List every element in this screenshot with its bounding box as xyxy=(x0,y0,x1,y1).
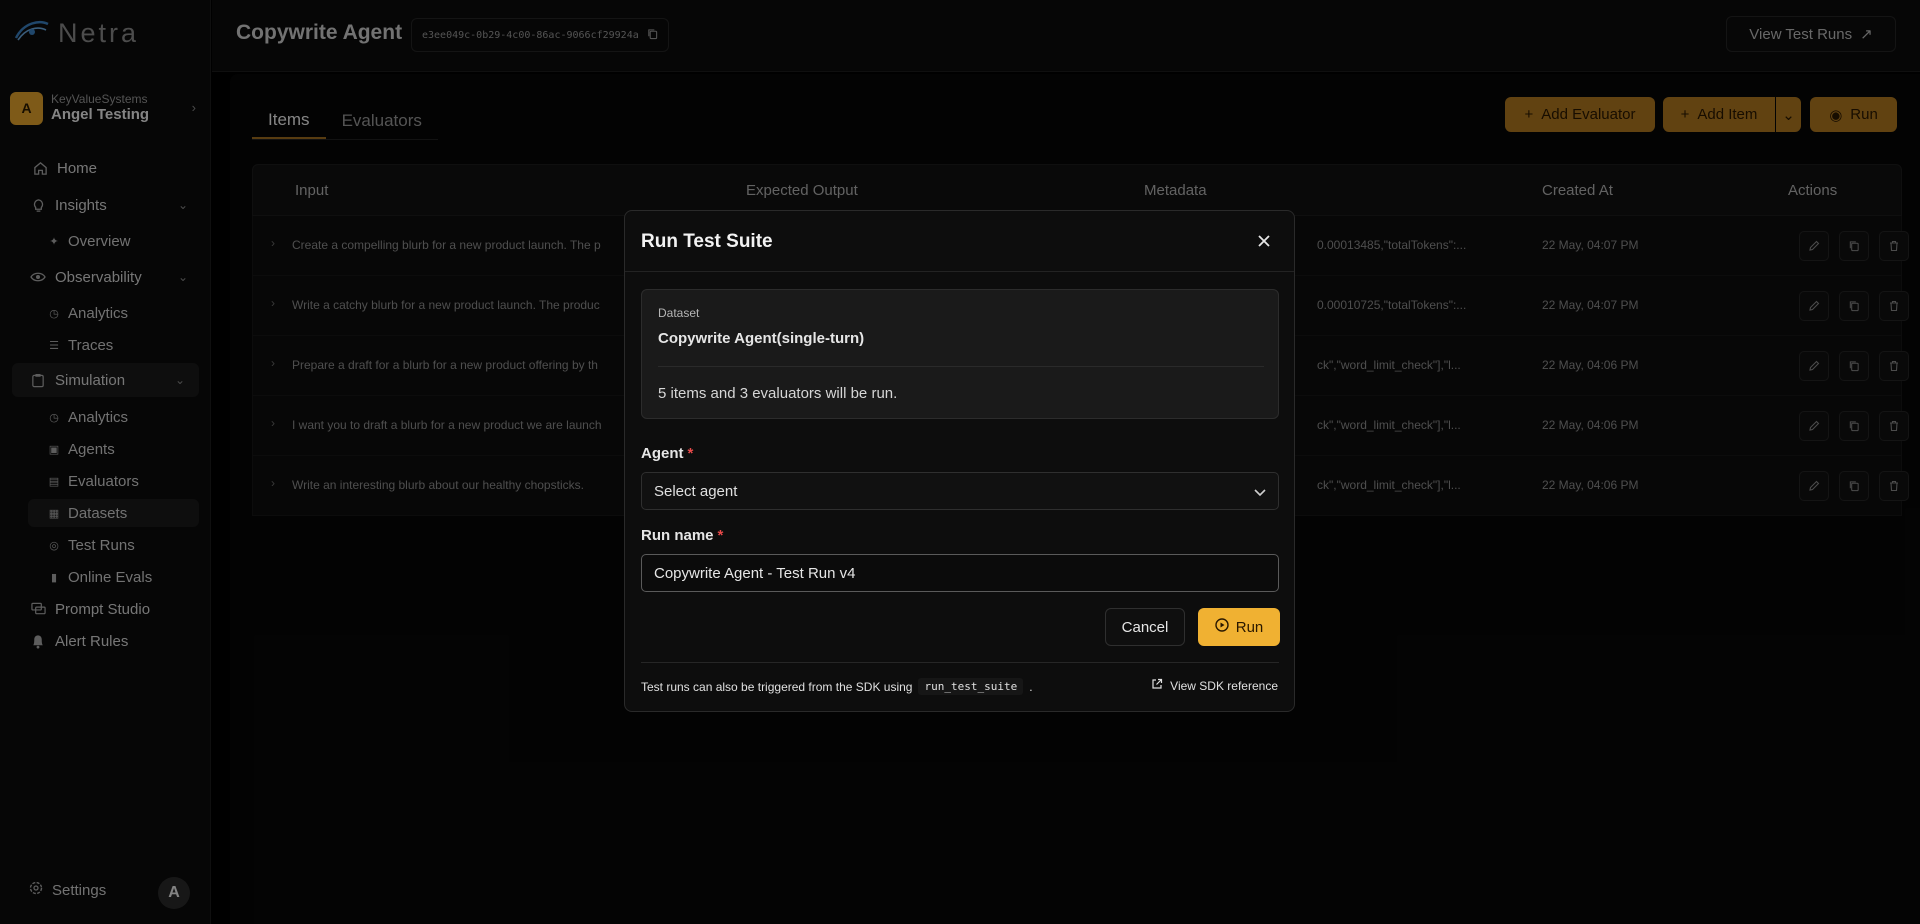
play-circle-icon xyxy=(1215,618,1229,636)
run-name-label-text: Run name xyxy=(641,527,714,544)
run-name-input[interactable] xyxy=(641,554,1279,592)
sdk-footnote: Test runs can also be triggered from the… xyxy=(641,678,1033,695)
dataset-name: Copywrite Agent(single-turn) xyxy=(658,330,865,347)
run-test-suite-dialog: Run Test Suite Dataset Copywrite Agent(s… xyxy=(624,210,1295,712)
app-root: Netra A KeyValueSystems Angel Testing › … xyxy=(0,0,1920,924)
divider xyxy=(641,662,1279,663)
divider xyxy=(658,366,1264,367)
cancel-button[interactable]: Cancel xyxy=(1105,608,1185,646)
dataset-card: Dataset Copywrite Agent(single-turn) 5 i… xyxy=(641,289,1279,419)
run-button-label: Run xyxy=(1235,618,1264,636)
agent-select-value: Select agent xyxy=(654,482,738,500)
agent-select[interactable]: Select agent xyxy=(641,472,1279,510)
agent-label-text: Agent xyxy=(641,445,684,462)
external-link-icon xyxy=(1151,678,1163,693)
agent-label: Agent * xyxy=(641,445,693,462)
run-name-label: Run name * xyxy=(641,527,723,544)
run-button[interactable]: Run xyxy=(1198,608,1280,646)
run-summary: 5 items and 3 evaluators will be run. xyxy=(658,385,898,402)
footnote-text: Test runs can also be triggered from the… xyxy=(641,679,913,694)
sdk-link-label: View SDK reference xyxy=(1170,678,1278,693)
footnote-end: . xyxy=(1029,679,1033,694)
divider xyxy=(625,271,1294,272)
chevron-down-icon xyxy=(1254,484,1266,501)
sdk-function-code: run_test_suite xyxy=(918,678,1024,695)
view-sdk-reference-link[interactable]: View SDK reference xyxy=(1151,678,1278,693)
close-icon[interactable] xyxy=(1252,229,1276,253)
dataset-label: Dataset xyxy=(658,306,700,320)
dialog-title: Run Test Suite xyxy=(641,231,773,252)
required-mark: * xyxy=(717,527,724,544)
required-mark: * xyxy=(687,445,694,462)
